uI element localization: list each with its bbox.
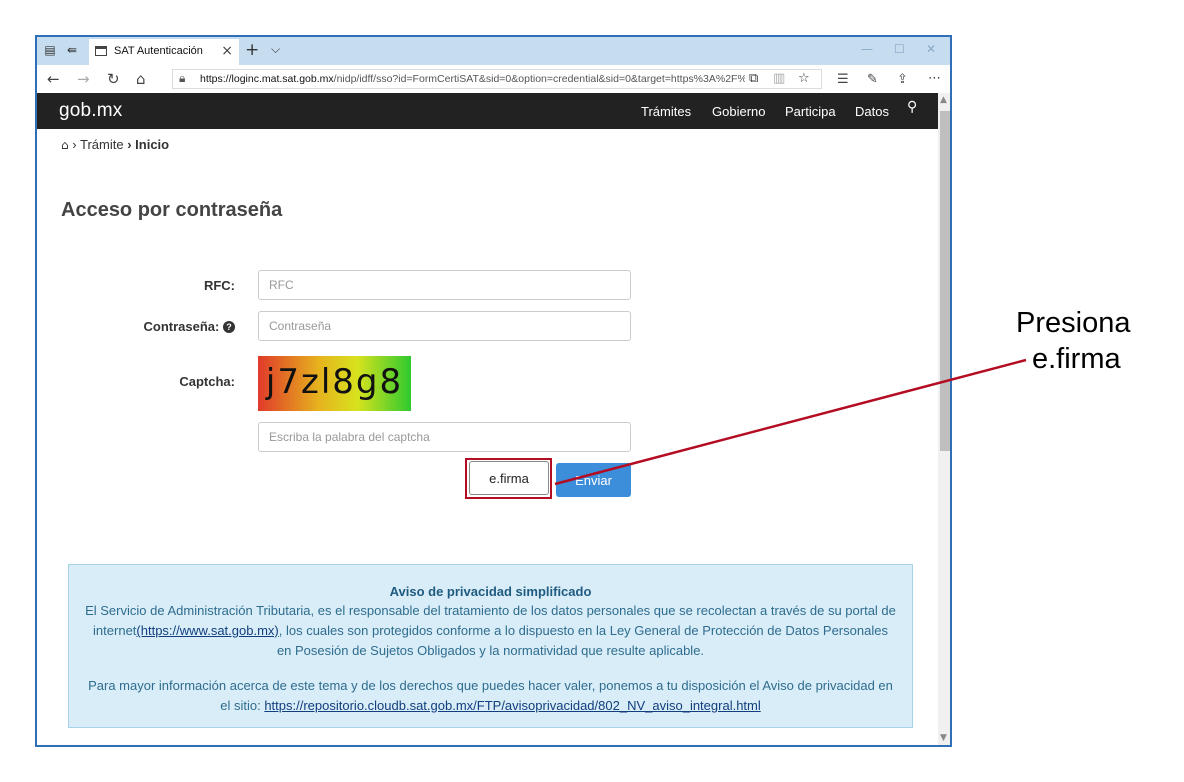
more-icon[interactable]: ⋯ xyxy=(928,71,941,86)
share-icon[interactable]: ⇪ xyxy=(897,72,908,87)
home-icon[interactable]: ⌂ xyxy=(136,70,146,88)
address-bar[interactable]: 🔒︎ https://loginc.mat.sat.gob.mx/nidp/id… xyxy=(172,69,822,89)
enviar-button[interactable]: Enviar xyxy=(556,463,631,497)
browser-window: ▤ ⇚ SAT Autenticación × + ⌵ — ☐ ✕ ← → ↻ … xyxy=(35,35,952,747)
address-bar-row: ← → ↻ ⌂ 🔒︎ https://loginc.mat.sat.gob.mx… xyxy=(37,65,950,94)
new-tab-icon[interactable]: + xyxy=(245,40,259,60)
breadcrumb-separator: › xyxy=(72,137,77,152)
tab-sat-autenticacion[interactable]: SAT Autenticación × xyxy=(89,39,239,65)
breadcrumb-tramite[interactable]: Trámite xyxy=(80,137,124,152)
search-icon[interactable]: ⚲ xyxy=(907,99,917,115)
efirma-button[interactable]: e.firma xyxy=(469,461,549,495)
privacy-paragraph-2: Para mayor información acerca de este te… xyxy=(88,678,893,713)
help-icon[interactable]: ? xyxy=(223,321,235,333)
favorite-star-icon[interactable]: ☆ xyxy=(798,71,810,86)
vertical-scrollbar[interactable]: ▲ ▼ xyxy=(938,93,950,745)
close-tab-icon[interactable]: × xyxy=(221,43,233,59)
minimize-icon[interactable]: — xyxy=(861,42,873,56)
favorites-list-icon[interactable]: ☰ xyxy=(837,72,849,87)
forward-icon[interactable]: → xyxy=(77,70,90,88)
breadcrumb-inicio: Inicio xyxy=(135,137,170,152)
web-page: gob.mx Trámites Gobierno Participa Datos… xyxy=(37,93,938,745)
captcha-input[interactable] xyxy=(258,422,631,452)
tab-title: SAT Autenticación xyxy=(114,45,203,57)
lock-icon: 🔒︎ xyxy=(179,71,186,85)
privacy-notice-link[interactable]: https://repositorio.cloudb.sat.gob.mx/FT… xyxy=(264,698,760,713)
annotation-callout: Presiona e.firma xyxy=(1016,305,1130,377)
sat-portal-link[interactable]: (https://www.sat.gob.mx) xyxy=(136,623,278,638)
back-icon[interactable]: ← xyxy=(47,70,60,88)
privacy-paragraph-1: El Servicio de Administración Tributaria… xyxy=(85,603,896,658)
page-title: Acceso por contraseña xyxy=(61,199,283,221)
tab-actions-icon[interactable]: ▤ xyxy=(43,43,57,57)
home-breadcrumb-icon[interactable]: ⌂ xyxy=(61,138,69,152)
url-text[interactable]: https://loginc.mat.sat.gob.mx/nidp/idff/… xyxy=(200,73,745,85)
breadcrumb-separator: › xyxy=(127,137,132,152)
page-icon xyxy=(95,46,107,56)
captcha-label: Captcha: xyxy=(179,374,235,389)
breadcrumb: ⌂ › Trámite › Inicio xyxy=(61,137,169,152)
nav-datos[interactable]: Datos xyxy=(855,104,889,119)
pen-icon[interactable]: ✎ xyxy=(867,72,878,87)
captcha-text: j7zl8g8 xyxy=(265,362,404,402)
reading-view-icon[interactable]: ▥ xyxy=(773,71,785,86)
password-label: Contraseña: ? xyxy=(117,319,235,334)
annotation-line-2: e.firma xyxy=(1032,343,1121,375)
nav-participa[interactable]: Participa xyxy=(785,104,836,119)
password-input[interactable] xyxy=(258,311,631,341)
window-close-icon[interactable]: ✕ xyxy=(926,42,936,56)
captcha-image: j7zl8g8 xyxy=(258,356,411,411)
rfc-label: RFC: xyxy=(203,278,235,293)
maximize-icon[interactable]: ☐ xyxy=(894,42,905,56)
scrollbar-thumb[interactable] xyxy=(940,111,950,451)
scroll-down-icon[interactable]: ▼ xyxy=(940,733,947,743)
privacy-notice: Aviso de privacidad simplificado El Serv… xyxy=(68,564,913,728)
set-tabs-aside-icon[interactable]: ⇚ xyxy=(65,43,79,57)
annotation-line-1: Presiona xyxy=(1016,307,1131,339)
site-header: gob.mx Trámites Gobierno Participa Datos… xyxy=(37,93,938,129)
tab-bar: ▤ ⇚ SAT Autenticación × + ⌵ — ☐ ✕ xyxy=(37,37,950,65)
privacy-title: Aviso de privacidad simplificado xyxy=(389,584,592,599)
chevron-down-icon[interactable]: ⌵ xyxy=(271,42,280,57)
refresh-icon[interactable]: ↻ xyxy=(107,70,120,88)
scroll-up-icon[interactable]: ▲ xyxy=(940,95,947,105)
rfc-input[interactable] xyxy=(258,270,631,300)
gobmx-logo[interactable]: gob.mx xyxy=(59,100,123,122)
save-page-icon[interactable]: ⧉ xyxy=(749,71,758,86)
nav-tramites[interactable]: Trámites xyxy=(641,104,691,119)
nav-gobierno[interactable]: Gobierno xyxy=(712,104,765,119)
